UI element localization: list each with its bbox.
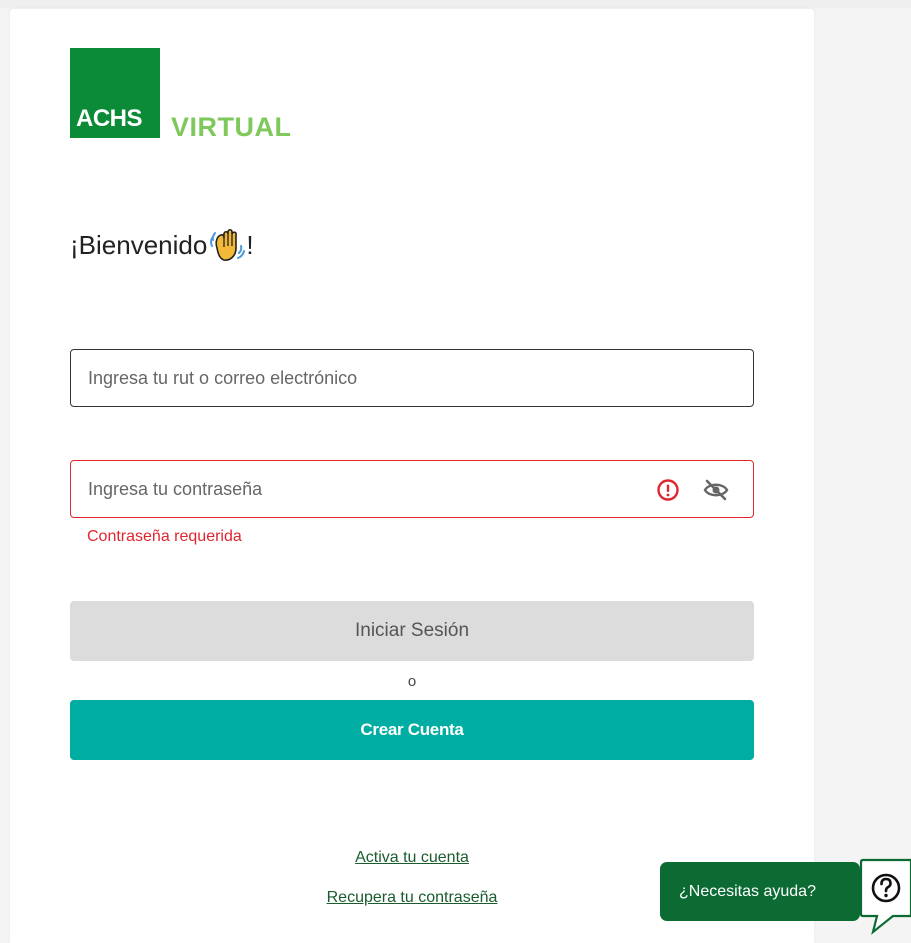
waving-hand-icon bbox=[210, 228, 246, 261]
welcome-heading: ¡Bienvenido ! bbox=[70, 227, 254, 263]
username-field bbox=[70, 349, 754, 407]
password-error-message: Contraseña requerida bbox=[87, 528, 242, 545]
create-account-button[interactable]: Crear Cuenta bbox=[70, 700, 754, 760]
achs-logo: ACHS bbox=[70, 48, 160, 138]
password-field bbox=[70, 460, 754, 518]
or-separator: o bbox=[407, 673, 417, 690]
login-button[interactable]: Iniciar Sesión bbox=[70, 601, 754, 661]
welcome-text: ¡Bienvenido bbox=[70, 230, 208, 260]
help-button[interactable]: ¿Necesitas ayuda? bbox=[660, 862, 860, 921]
eye-off-icon[interactable] bbox=[703, 478, 729, 502]
username-input[interactable] bbox=[71, 350, 608, 406]
login-card: ACHS VIRTUAL ¡Bienvenido ! Contraseña re… bbox=[10, 9, 814, 943]
help-question-icon[interactable] bbox=[859, 858, 911, 938]
alert-circle-icon bbox=[657, 479, 679, 501]
logo-brand-text: ACHS bbox=[76, 105, 143, 132]
password-input[interactable] bbox=[71, 461, 608, 517]
help-label: ¿Necesitas ayuda? bbox=[679, 882, 816, 900]
top-border bbox=[0, 0, 911, 8]
logo-product-text: VIRTUAL bbox=[171, 112, 292, 142]
welcome-exclamation: ! bbox=[246, 230, 254, 260]
